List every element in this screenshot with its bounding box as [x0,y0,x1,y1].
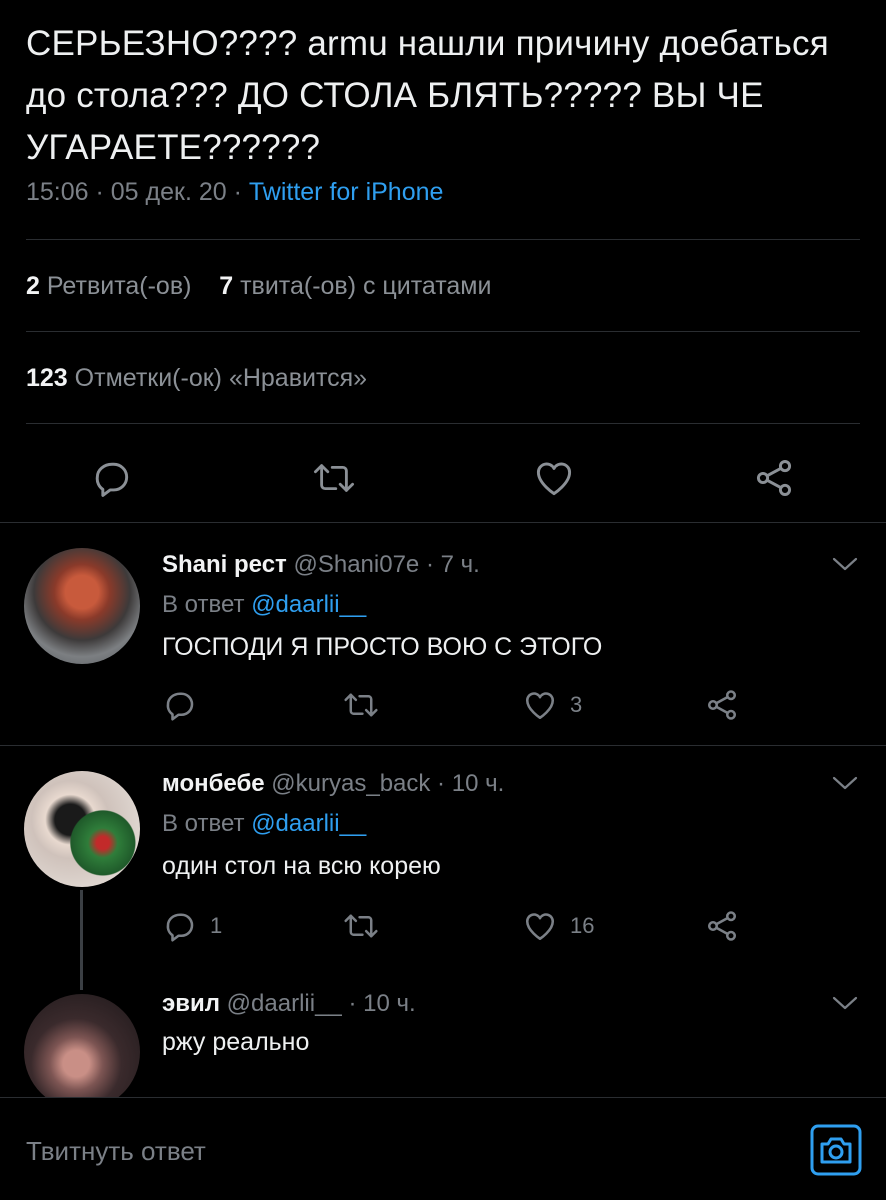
retweet-button[interactable] [342,906,392,946]
chevron-down-icon[interactable] [828,549,862,579]
divider [26,423,860,424]
share-icon [704,908,740,944]
share-icon [752,456,796,500]
like-count: 16 [570,913,595,938]
reply-to-mention[interactable]: @daarlii__ [251,810,366,837]
divider [0,522,886,523]
divider [26,331,860,332]
tweet-actions [0,450,886,506]
share-button[interactable] [746,450,802,506]
likes-count: 123 [26,364,68,392]
reply-button[interactable] [84,450,140,506]
author-handle-time: @daarlii__ · 10 ч. [220,990,416,1017]
author-name[interactable]: эвил [162,990,220,1017]
reply-actions: 3 [0,685,886,725]
reply-composer[interactable]: Твитнуть ответ [0,1097,886,1200]
divider [26,239,860,240]
reply-text: ГОСПОДИ Я ПРОСТО ВОЮ С ЭТОГО [162,633,603,661]
reply-header: монбебе @kuryas_back · 10 ч. [162,770,504,798]
share-button[interactable] [704,906,740,946]
reply-icon [162,687,198,723]
avatar[interactable] [24,548,140,664]
like-count: 3 [570,692,583,717]
reply-to-line: В ответ @daarlii__ [162,591,366,619]
reply-text: один стол на всю корею [162,852,441,880]
retweet-icon [342,908,380,944]
like-icon [522,908,558,944]
reply-header: Shani рест @Shani07e · 7 ч. [162,551,480,579]
avatar[interactable] [24,771,140,887]
reply-to-prefix: В ответ [162,591,252,618]
author-handle-time: @Shani07e · 7 ч. [286,551,480,578]
share-icon [704,687,740,723]
likes-stats[interactable]: 123 Отметки(-ок) «Нравится» [26,364,367,393]
author-name[interactable]: Shani рест [162,551,287,578]
chevron-down-icon[interactable] [828,988,862,1018]
retweets-count: 2 [26,272,40,300]
tweet-timestamp: 15:06 · 05 дек. 20 · [26,178,249,206]
reply-icon [90,456,134,500]
chevron-down-icon[interactable] [828,768,862,798]
likes-label: Отметки(-ок) «Нравится» [74,364,368,392]
reply-to-line: В ответ @daarlii__ [162,810,366,838]
reply-icon [162,908,198,944]
like-icon [532,456,576,500]
camera-icon [808,1122,864,1178]
quotes-count: 7 [219,272,234,300]
retweet-icon [311,456,357,500]
share-button[interactable] [704,685,740,725]
avatar[interactable] [24,994,140,1110]
retweet-button[interactable] [342,685,392,725]
reply-count: 1 [210,913,223,938]
quotes-label: твита(-ов) с цитатами [240,272,492,300]
like-icon [522,687,558,723]
tweet-text: СЕРЬЕЗНО???? armu нашли причину доебатьс… [26,24,829,167]
reply-text: ржу реально [162,1028,310,1056]
retweet-stats[interactable]: 2 Ретвита(-ов) 7 твита(-ов) с цитатами [26,272,491,301]
reply-button[interactable]: 1 [162,906,222,946]
reply-actions: 1 16 [0,906,886,946]
reply-button[interactable] [162,685,210,725]
retweet-button[interactable] [306,450,362,506]
reply-to-mention[interactable]: @daarlii__ [251,591,366,618]
like-button[interactable]: 16 [522,906,594,946]
divider [0,745,886,746]
like-button[interactable]: 3 [522,685,582,725]
like-button[interactable] [526,450,582,506]
reply-input[interactable]: Твитнуть ответ [26,1136,206,1167]
author-name[interactable]: монбебе [162,770,265,797]
reply-to-prefix: В ответ [162,810,252,837]
thread-connector [80,890,83,990]
tweet-source[interactable]: Twitter for iPhone [249,178,444,206]
author-handle-time: @kuryas_back · 10 ч. [264,770,505,797]
camera-button[interactable] [808,1122,864,1178]
retweet-icon [342,687,380,723]
reply-header: эвил @daarlii__ · 10 ч. [162,990,416,1018]
retweets-label: Ретвита(-ов) [46,272,192,300]
tweet-meta: 15:06 · 05 дек. 20 · Twitter for iPhone [26,178,443,207]
